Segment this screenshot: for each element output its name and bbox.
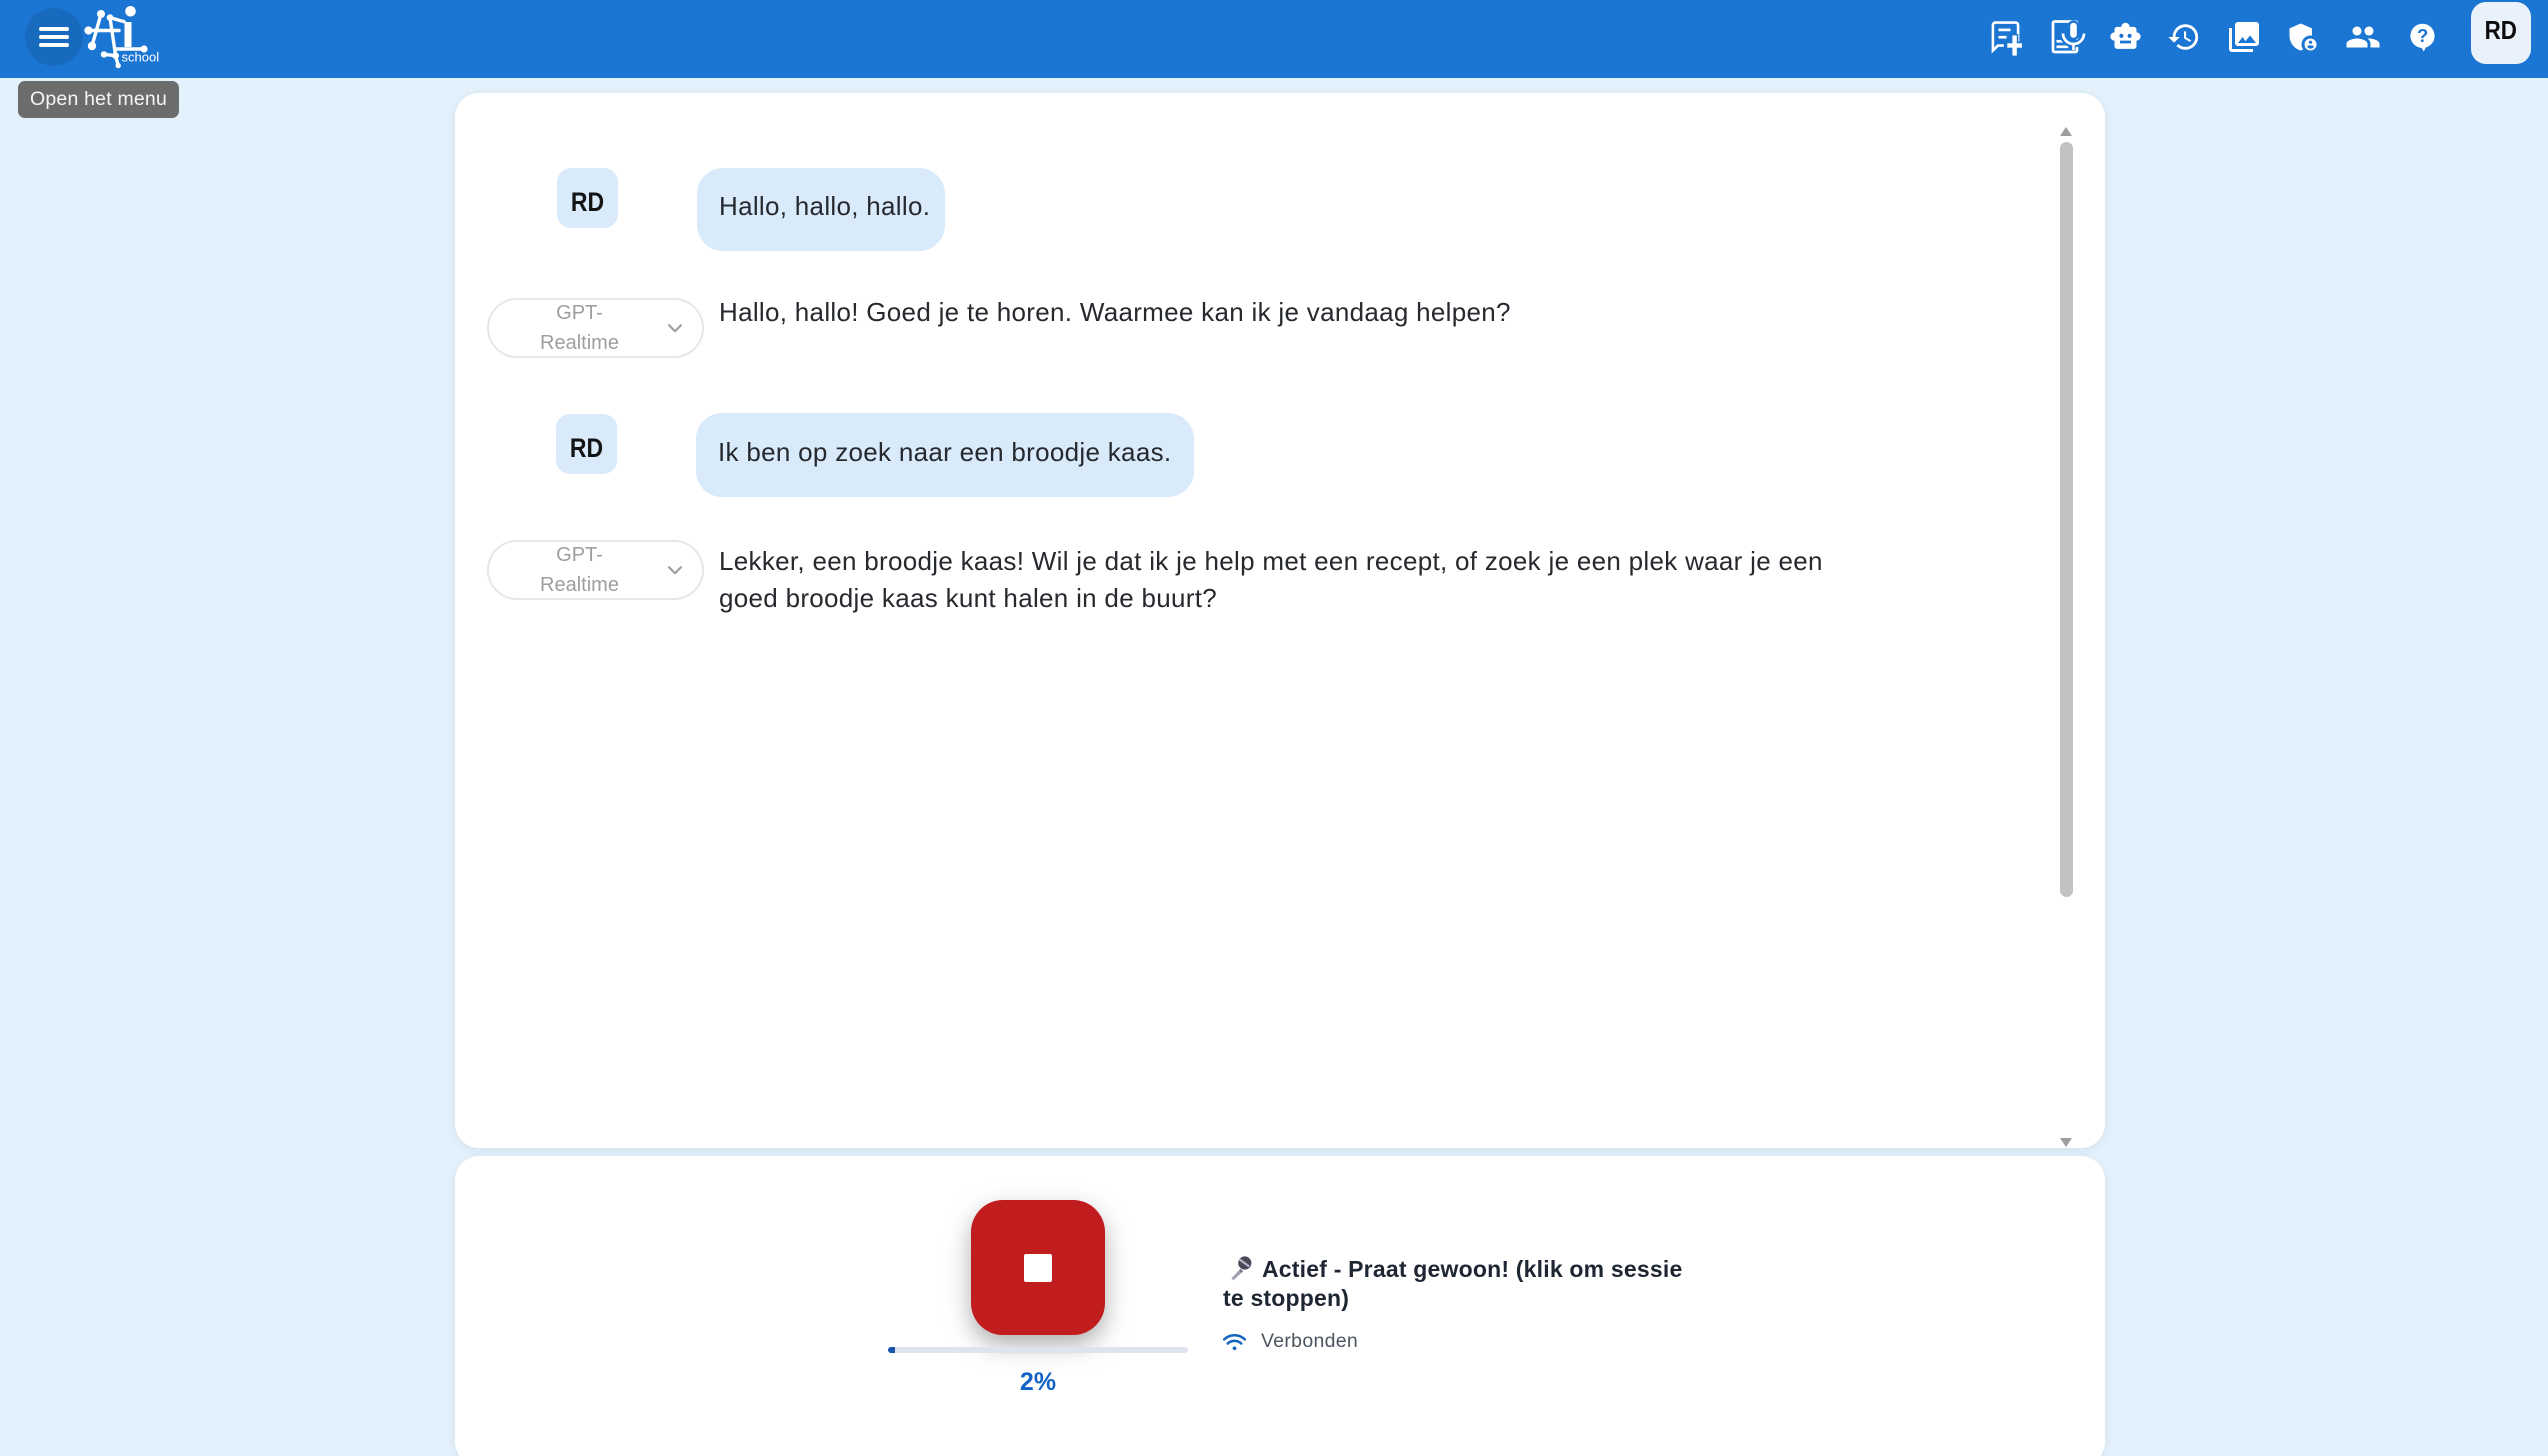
svg-text:?: ?: [2417, 25, 2428, 46]
svg-text:school: school: [122, 50, 160, 65]
